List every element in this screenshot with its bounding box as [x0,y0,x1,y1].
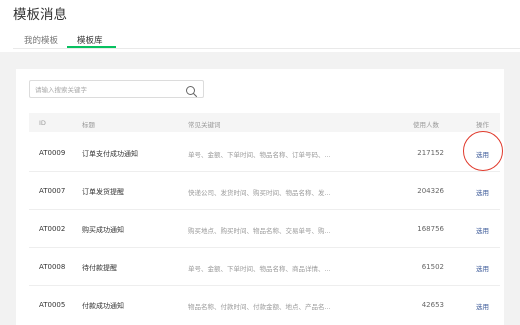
row-title: 订单支付成功通知 [82,150,138,158]
row-usage-count: 42653 [421,301,444,309]
table-row: AT0009 订单支付成功通知 单号、金额、下单时间、物品名称、订单号码、...… [29,134,500,172]
row-id: AT0005 [39,301,66,309]
row-usage-count: 217152 [417,149,444,157]
row-id: AT0008 [39,263,66,271]
header-title: 标题 [82,121,95,129]
row-keywords: 购买地点、购买时间、物品名称、交易单号、购... [188,227,331,235]
row-id: AT0009 [39,149,66,157]
row-usage-count: 168756 [417,225,444,233]
top-header: 模板消息 我的模板 模板库 [0,0,520,52]
tab-template-library[interactable]: 模板库 [77,34,103,46]
header-keywords: 常见关键词 [188,121,221,129]
table-row: AT0007 订单发货提醒 快递公司、发货时间、购买时间、物品名称、发... 2… [29,172,500,210]
table-row: AT0002 购买成功通知 购买地点、购买时间、物品名称、交易单号、购... 1… [29,210,500,248]
select-template-button[interactable]: 选用 [476,301,489,311]
select-template-button[interactable]: 选用 [476,187,489,197]
row-title: 待付款提醒 [82,264,117,272]
search-input[interactable] [35,83,183,96]
row-keywords: 快递公司、发货时间、购买时间、物品名称、发... [188,189,331,197]
header-id: ID [39,119,46,127]
row-keywords: 单号、金额、下单时间、物品名称、订单号码、... [188,151,331,159]
page-title: 模板消息 [13,7,67,23]
row-keywords: 单号、金额、下单时间、物品名称、商品详情、... [188,265,331,273]
table-row: AT0005 付款成功通知 物品名称、付款时间、付款金额、地点、产品名... 4… [29,286,500,325]
select-template-button[interactable]: 选用 [476,225,489,235]
select-template-button[interactable]: 选用 [476,263,489,273]
header-usage-count: 使用人数 [413,121,439,129]
header-action: 操作 [476,121,489,129]
select-template-button[interactable]: 选用 [476,149,489,159]
row-usage-count: 204326 [417,187,444,195]
tab-my-templates[interactable]: 我的模板 [24,34,58,46]
row-title: 订单发货提醒 [82,188,124,196]
row-title: 购买成功通知 [82,226,124,234]
row-title: 付款成功通知 [82,302,124,310]
table-header: ID 标题 常见关键词 使用人数 操作 [29,113,500,132]
row-usage-count: 61502 [421,263,444,271]
table-row: AT0008 待付款提醒 单号、金额、下单时间、物品名称、商品详情、... 61… [29,248,500,286]
row-id: AT0007 [39,187,66,195]
search-icon[interactable] [185,83,198,98]
row-id: AT0002 [39,225,66,233]
tabs-divider [13,48,520,49]
row-keywords: 物品名称、付款时间、付款金额、地点、产品名... [188,303,331,311]
search-box [29,80,204,98]
